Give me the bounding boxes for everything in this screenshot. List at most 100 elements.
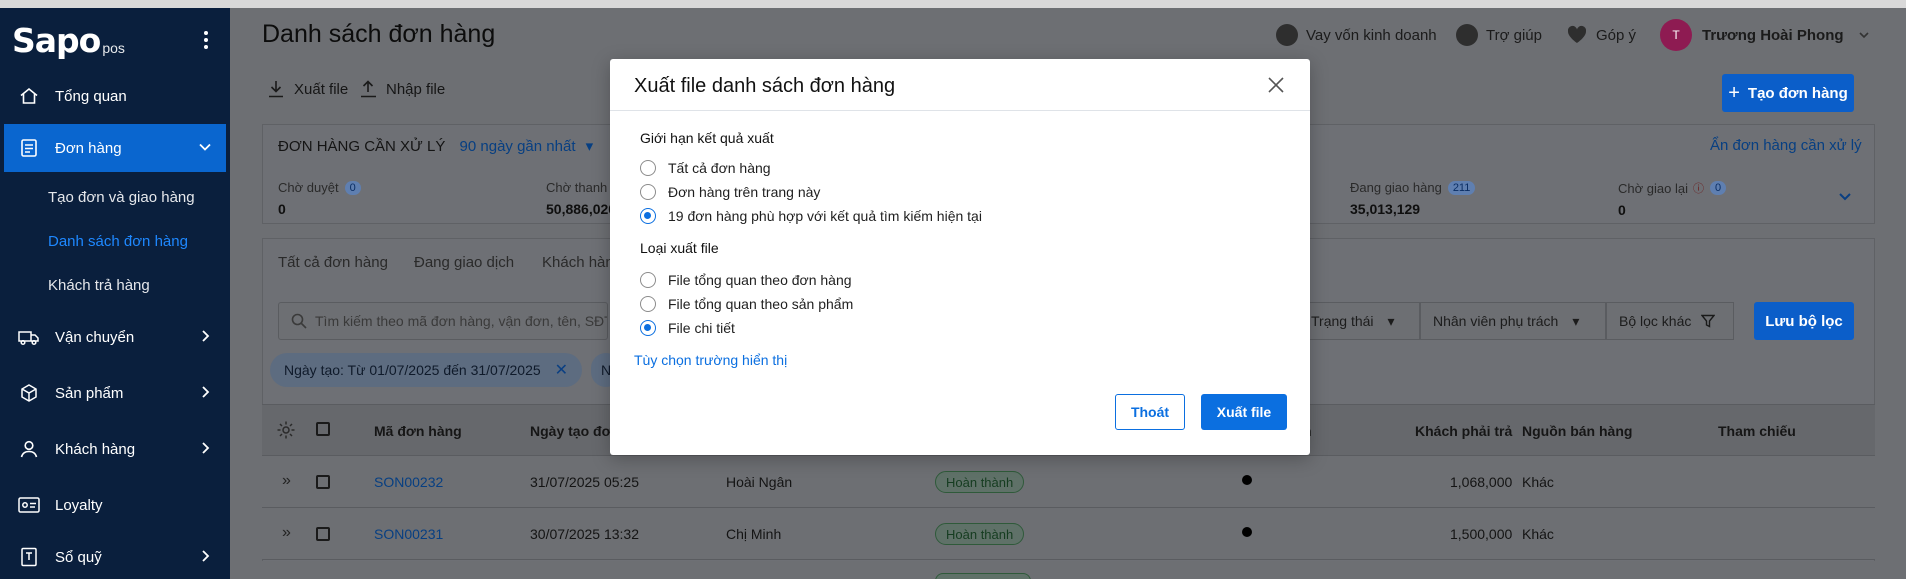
radio-button-selected[interactable] (640, 320, 656, 336)
help-icon (1456, 24, 1478, 46)
radio-button[interactable] (640, 184, 656, 200)
caret-down-icon: ▾ (1387, 312, 1395, 329)
status-filter-label: Trạng thái (1311, 313, 1374, 329)
search-icon (291, 313, 307, 329)
expand-row-icon[interactable]: » (282, 524, 291, 542)
help-link[interactable]: Trợ giúp (1456, 14, 1542, 56)
radio-overview-by-product[interactable]: File tổng quan theo sản phẩm (640, 296, 853, 312)
stat-badge: 0 (1709, 181, 1727, 195)
user-name: Trương Hoài Phong (1702, 26, 1844, 44)
stat-shipping[interactable]: Đang giao hàng 211 35,013,129 (1350, 180, 1476, 217)
chevron-down-icon (198, 140, 212, 158)
sapo-logo[interactable]: Sapo pos (12, 20, 125, 60)
radio-detailed-file[interactable]: File chi tiết (640, 320, 735, 336)
chevron-down-icon (1858, 29, 1870, 41)
stat-label: Chờ thanh (546, 180, 608, 195)
sidebar-item-shipping[interactable]: Vận chuyển (4, 313, 226, 361)
amount-due: 1,068,000 (1450, 474, 1513, 490)
sidebar-sub-create-order[interactable]: Tạo đơn và giao hàng (48, 189, 195, 206)
expand-stats-icon[interactable] (1838, 190, 1852, 206)
sidebar-item-loyalty[interactable]: Loyalty (4, 481, 226, 529)
create-order-button[interactable]: + Tạo đơn hàng (1722, 74, 1854, 112)
sidebar-item-customers[interactable]: Khách hàng (4, 425, 226, 473)
staff-filter-dropdown[interactable]: Nhân viên phụ trách ▾ (1420, 302, 1606, 340)
table-row[interactable] (262, 456, 1875, 508)
search-input[interactable]: Tìm kiếm theo mã đơn hàng, vận đơn, tên,… (278, 302, 608, 340)
radio-button[interactable] (640, 160, 656, 176)
more-options-icon[interactable] (200, 28, 212, 52)
upload-icon (360, 80, 376, 98)
col-reference[interactable]: Tham chiếu (1718, 423, 1796, 439)
tab-all-orders[interactable]: Tất cả đơn hàng (278, 254, 388, 271)
chip-label: Ngày tạo: Từ 01/07/2025 đến 31/07/2025 (284, 362, 541, 378)
chevron-right-icon (198, 441, 212, 459)
col-sales-source[interactable]: Nguồn bán hàng (1522, 423, 1632, 439)
sidebar-item-orders[interactable]: Đơn hàng (4, 124, 226, 172)
order-list-icon (17, 136, 41, 160)
status-badge: Hoàn thành (935, 523, 1025, 545)
pending-orders-heading: ĐƠN HÀNG CẦN XỬ LÝ 90 ngày gần nhất ▾ (278, 137, 593, 155)
period-dropdown[interactable]: 90 ngày gần nhất ▾ (460, 138, 594, 155)
order-code-link[interactable]: SON00232 (374, 474, 443, 490)
col-created-date[interactable]: Ngày tạo đơ (530, 423, 612, 439)
cancel-button[interactable]: Thoát (1115, 394, 1185, 430)
stat-pending-approval[interactable]: Chờ duyệt 0 0 (278, 180, 361, 217)
expand-row-icon[interactable]: » (282, 472, 291, 490)
sidebar-sub-order-list[interactable]: Danh sách đơn hàng (48, 233, 188, 250)
radio-all-orders[interactable]: Tất cả đơn hàng (640, 160, 771, 176)
radio-matching-orders[interactable]: 19 đơn hàng phù hợp với kết quả tìm kiếm… (640, 208, 982, 224)
col-order-code[interactable]: Mã đơn hàng (374, 423, 462, 439)
radio-label: Tất cả đơn hàng (668, 160, 771, 176)
radio-button[interactable] (640, 272, 656, 288)
user-icon (17, 437, 41, 461)
order-code-link[interactable]: SON00231 (374, 526, 443, 542)
chevron-right-icon (198, 329, 212, 347)
stat-label: Đang giao hàng (1350, 180, 1442, 195)
select-all-checkbox[interactable] (316, 422, 330, 436)
dialog-divider (610, 110, 1310, 111)
radio-button[interactable] (640, 296, 656, 312)
customer-name: Chị Minh (726, 526, 782, 542)
col-amount-due[interactable]: Khách phải trả (1415, 423, 1512, 439)
tab-in-progress[interactable]: Đang giao dịch (414, 254, 514, 271)
export-button[interactable]: Xuất file (1201, 394, 1287, 430)
feedback-label: Góp ý (1596, 26, 1637, 44)
chevron-right-icon (198, 385, 212, 403)
radio-overview-by-order[interactable]: File tổng quan theo đơn hàng (640, 272, 852, 288)
date-filter-chip[interactable]: Ngày tạo: Từ 01/07/2025 đến 31/07/2025 ✕ (270, 353, 583, 387)
sidebar-item-overview[interactable]: Tổng quan (4, 72, 226, 120)
import-file-button[interactable]: Nhập file (360, 80, 445, 98)
radio-label: File tổng quan theo đơn hàng (668, 272, 852, 288)
save-filter-button[interactable]: Lưu bộ lọc (1754, 302, 1854, 340)
stat-awaiting-payment[interactable]: Chờ thanh 50,886,020 (546, 180, 616, 217)
export-file-button[interactable]: Xuất file (268, 80, 348, 98)
close-icon[interactable] (1264, 73, 1288, 97)
chevron-right-icon (198, 549, 212, 567)
sidebar-item-products[interactable]: Sản phẩm (4, 369, 226, 417)
radio-button-selected[interactable] (640, 208, 656, 224)
table-row[interactable] (262, 508, 1875, 560)
sidebar-sub-returns[interactable]: Khách trả hàng (48, 277, 150, 294)
close-icon[interactable]: ✕ (555, 360, 568, 380)
plus-icon: + (1728, 81, 1740, 104)
loan-label: Vay vốn kinh doanh (1306, 26, 1437, 44)
sidebar-item-label: Tổng quan (55, 87, 127, 105)
sidebar-item-cashbook[interactable]: Sổ quỹ (4, 533, 226, 579)
loan-link[interactable]: Vay vốn kinh doanh (1276, 14, 1437, 56)
hide-pending-link[interactable]: Ẩn đơn hàng cần xử lý (1710, 137, 1862, 154)
row-checkbox[interactable] (316, 475, 330, 489)
sidebar: Sapo pos Tổng quan Đơn hàng Tạo đơn và g… (0, 8, 230, 579)
download-icon (268, 80, 284, 98)
user-menu[interactable]: T Trương Hoài Phong (1660, 14, 1870, 56)
display-fields-link[interactable]: Tùy chọn trường hiển thị (634, 352, 787, 368)
row-checkbox[interactable] (316, 527, 330, 541)
radio-label: Đơn hàng trên trang này (668, 184, 821, 200)
table-settings-icon[interactable] (276, 420, 296, 443)
status-filter-dropdown[interactable]: Trạng thái ▾ (1298, 302, 1420, 340)
feedback-link[interactable]: Góp ý (1566, 14, 1636, 56)
radio-orders-this-page[interactable]: Đơn hàng trên trang này (640, 184, 820, 200)
dollar-coin-icon (1276, 24, 1298, 46)
window-top-strip (0, 0, 1906, 8)
more-filters-button[interactable]: Bộ lọc khác (1606, 302, 1734, 340)
stat-redelivery[interactable]: Chờ giao lại ⓘ 0 0 (1618, 180, 1727, 218)
